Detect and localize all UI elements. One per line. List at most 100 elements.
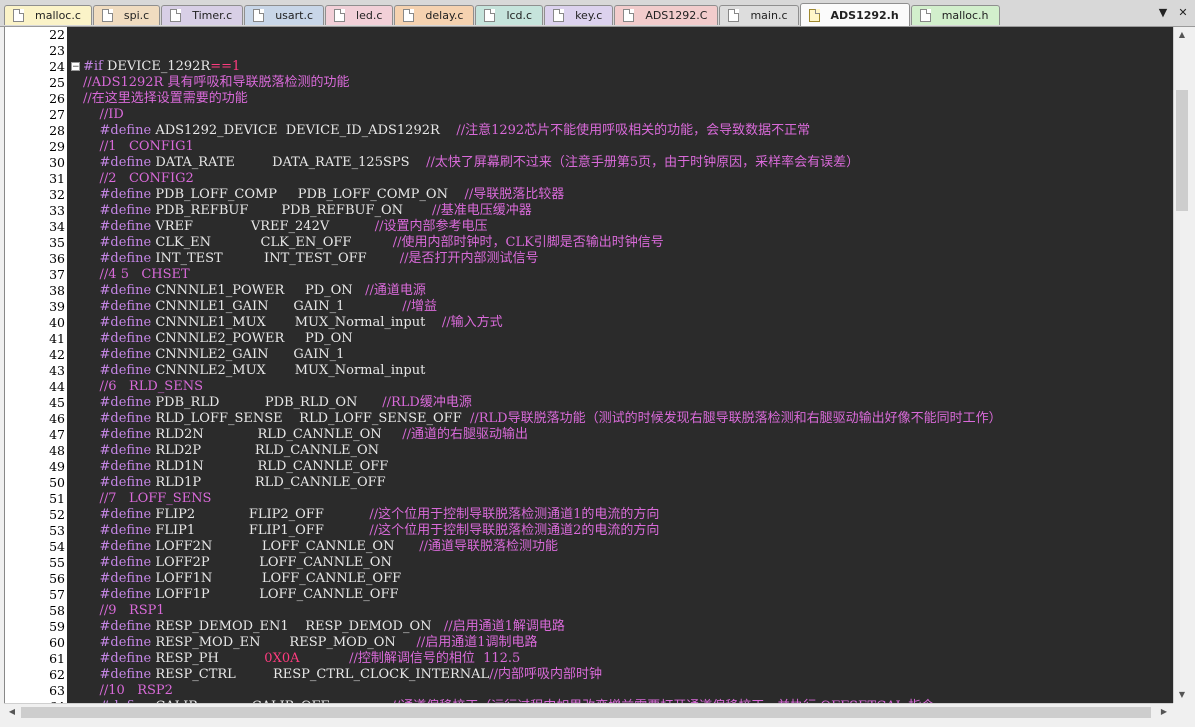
- identifier-token: FLIP2 FLIP2_OFF: [155, 507, 370, 522]
- code-line[interactable]: 35 #define CLK_EN CLK_EN_OFF //使用内部时钟时，C…: [5, 235, 1174, 251]
- comment-token: //6 RLD_SENS: [83, 379, 203, 394]
- code-line[interactable]: 53 #define FLIP1 FLIP1_OFF //这个位用于控制导联脱落…: [5, 523, 1174, 539]
- code-line[interactable]: 59 #define RESP_DEMOD_EN1 RESP_DEMOD_ON …: [5, 619, 1174, 635]
- code-line[interactable]: 46 #define RLD_LOFF_SENSE RLD_LOFF_SENSE…: [5, 411, 1174, 427]
- tab-ads1292-h[interactable]: ADS1292.h: [799, 3, 910, 26]
- code-line[interactable]: 40 #define CNNNLE1_MUX MUX_Normal_input …: [5, 315, 1174, 331]
- code-text: #define RESP_CTRL RESP_CTRL_CLOCK_INTERN…: [83, 667, 602, 683]
- code-line[interactable]: 61 #define RESP_PH 0X0A //控制解调信号的相位 112.…: [5, 651, 1174, 667]
- horizontal-scroll-thumb[interactable]: [21, 707, 1151, 718]
- horizontal-scrollbar[interactable]: ◀ ▶: [4, 703, 1173, 721]
- line-number: 22: [49, 27, 65, 42]
- code-line[interactable]: 38 #define CNNNLE1_POWER PD_ON //通道电源: [5, 283, 1174, 299]
- identifier-token: CLK_EN CLK_EN_OFF: [155, 235, 393, 250]
- code-line[interactable]: 43 #define CNNNLE2_MUX MUX_Normal_input: [5, 363, 1174, 379]
- comment-token: //ADS1292R 具有呼吸和导联脱落检测的功能: [83, 75, 350, 90]
- code-line[interactable]: 28 #define ADS1292_DEVICE DEVICE_ID_ADS1…: [5, 123, 1174, 139]
- code-line[interactable]: 58 //9 RSP1: [5, 603, 1174, 619]
- line-number: 32: [49, 187, 65, 202]
- code-line[interactable]: 60 #define RESP_MOD_EN RESP_MOD_ON //启用通…: [5, 635, 1174, 651]
- identifier-token: INT_TEST INT_TEST_OFF: [155, 251, 400, 266]
- comment-token: //通道的右腿驱动输出: [402, 427, 529, 442]
- code-text: //ID: [83, 107, 124, 123]
- code-line[interactable]: 23: [5, 43, 1174, 59]
- keyword-token: #define: [83, 251, 156, 266]
- code-line[interactable]: 37 //4 5 CHSET: [5, 267, 1174, 283]
- scroll-right-icon[interactable]: ▶: [1156, 704, 1172, 720]
- line-number: 54: [49, 539, 65, 554]
- identifier-token: RESP_PH: [155, 651, 265, 666]
- code-line[interactable]: 44 //6 RLD_SENS: [5, 379, 1174, 395]
- code-line[interactable]: 62 #define RESP_CTRL RESP_CTRL_CLOCK_INT…: [5, 667, 1174, 683]
- code-line[interactable]: 32 #define PDB_LOFF_COMP PDB_LOFF_COMP_O…: [5, 187, 1174, 203]
- code-editor[interactable]: 22 23 24− #if DEVICE_1292R==1 25//ADS1292R 具…: [4, 27, 1174, 703]
- comment-token: //注意1292芯片不能使用呼吸相关的功能，会导致数据不正常: [456, 123, 811, 138]
- keyword-token: #define: [83, 395, 156, 410]
- code-line[interactable]: 51 //7 LOFF_SENS: [5, 491, 1174, 507]
- tab-usart-c[interactable]: usart.c: [244, 5, 325, 25]
- scroll-left-icon[interactable]: ◀: [4, 704, 20, 720]
- tab-label: led.c: [356, 9, 383, 22]
- tab-malloc-c[interactable]: malloc.c: [4, 5, 92, 25]
- keyword-token: #define: [83, 571, 156, 586]
- code-line[interactable]: 39 #define CNNNLE1_GAIN GAIN_1 //增益: [5, 299, 1174, 315]
- file-icon: [919, 9, 931, 22]
- identifier-token: PDB_LOFF_COMP PDB_LOFF_COMP_ON: [155, 187, 465, 202]
- code-line[interactable]: 52 #define FLIP2 FLIP2_OFF //这个位用于控制导联脱落…: [5, 507, 1174, 523]
- code-line[interactable]: 48 #define RLD2P RLD_CANNLE_ON: [5, 443, 1174, 459]
- code-line[interactable]: 42 #define CNNNLE2_GAIN GAIN_1: [5, 347, 1174, 363]
- code-line[interactable]: 41 #define CNNNLE2_POWER PD_ON: [5, 331, 1174, 347]
- file-icon: [403, 9, 415, 22]
- tab-main-c[interactable]: main.c: [719, 5, 799, 25]
- comment-token: //内部呼吸内部时钟: [489, 667, 602, 682]
- tab-label: ADS1292.h: [830, 9, 899, 22]
- code-text: #define PDB_REFBUF PDB_REFBUF_ON //基准电压缓…: [83, 203, 532, 219]
- tab-malloc-h[interactable]: malloc.h: [910, 5, 1000, 25]
- tab-label: main.c: [750, 9, 788, 22]
- code-line[interactable]: 54 #define LOFF2N LOFF_CANNLE_ON //通道导联脱…: [5, 539, 1174, 555]
- vertical-scrollbar[interactable]: ▲ ▼: [1173, 27, 1191, 703]
- tab-dropdown-icon[interactable]: ▼: [1155, 5, 1171, 21]
- line-number: 41: [49, 331, 65, 346]
- code-line[interactable]: 22: [5, 27, 1174, 43]
- code-line[interactable]: 55 #define LOFF2P LOFF_CANNLE_ON: [5, 555, 1174, 571]
- code-line[interactable]: 31 //2 CONFIG2: [5, 171, 1174, 187]
- code-text: #define RLD1P RLD_CANNLE_OFF: [83, 475, 386, 491]
- tab-key-c[interactable]: key.c: [544, 5, 614, 25]
- file-icon: [728, 9, 740, 22]
- scroll-down-icon[interactable]: ▼: [1174, 687, 1190, 703]
- code-text: #define RLD2N RLD_CANNLE_ON //通道的右腿驱动输出: [83, 427, 529, 443]
- code-line[interactable]: 33 #define PDB_REFBUF PDB_REFBUF_ON //基准…: [5, 203, 1174, 219]
- keyword-token: #define: [83, 523, 156, 538]
- code-line[interactable]: 56 #define LOFF1N LOFF_CANNLE_OFF: [5, 571, 1174, 587]
- code-line[interactable]: 27 //ID: [5, 107, 1174, 123]
- tab-spi-c[interactable]: spi.c: [92, 5, 161, 25]
- tab-ads1292-c[interactable]: ADS1292.C: [614, 5, 719, 25]
- code-line[interactable]: 36 #define INT_TEST INT_TEST_OFF //是否打开内…: [5, 251, 1174, 267]
- line-number: 57: [49, 587, 65, 602]
- tab-lcd-c[interactable]: lcd.c: [475, 5, 544, 25]
- code-text: #define RESP_MOD_EN RESP_MOD_ON //启用通道1调…: [83, 635, 538, 651]
- line-number: 51: [49, 491, 65, 506]
- code-line[interactable]: 30 #define DATA_RATE DATA_RATE_125SPS //…: [5, 155, 1174, 171]
- code-line[interactable]: 45 #define PDB_RLD PDB_RLD_ON //RLD缓冲电源: [5, 395, 1174, 411]
- close-tab-icon[interactable]: ✕: [1175, 5, 1191, 21]
- keyword-token: #define: [83, 411, 156, 426]
- tab-delay-c[interactable]: delay.c: [394, 5, 475, 25]
- code-line[interactable]: 29 //1 CONFIG1: [5, 139, 1174, 155]
- tab-timer-c[interactable]: Timer.c: [161, 5, 244, 25]
- code-line[interactable]: 47 #define RLD2N RLD_CANNLE_ON //通道的右腿驱动…: [5, 427, 1174, 443]
- code-line[interactable]: 24− #if DEVICE_1292R==1: [5, 59, 1174, 75]
- code-line[interactable]: 34 #define VREF VREF_242V //设置内部参考电压: [5, 219, 1174, 235]
- code-line[interactable]: 26 //在这里选择设置需要的功能: [5, 91, 1174, 107]
- code-line[interactable]: 50 #define RLD1P RLD_CANNLE_OFF: [5, 475, 1174, 491]
- scroll-up-icon[interactable]: ▲: [1174, 27, 1190, 43]
- tab-led-c[interactable]: led.c: [325, 5, 394, 25]
- code-line[interactable]: 57 #define LOFF1P LOFF_CANNLE_OFF: [5, 587, 1174, 603]
- code-line[interactable]: 63 //10 RSP2: [5, 683, 1174, 699]
- line-number: 30: [49, 155, 65, 170]
- code-line[interactable]: 49 #define RLD1N RLD_CANNLE_OFF: [5, 459, 1174, 475]
- fold-toggle-icon[interactable]: −: [71, 62, 80, 72]
- code-line[interactable]: 25 //ADS1292R 具有呼吸和导联脱落检测的功能: [5, 75, 1174, 91]
- vertical-scroll-thumb[interactable]: [1176, 90, 1188, 211]
